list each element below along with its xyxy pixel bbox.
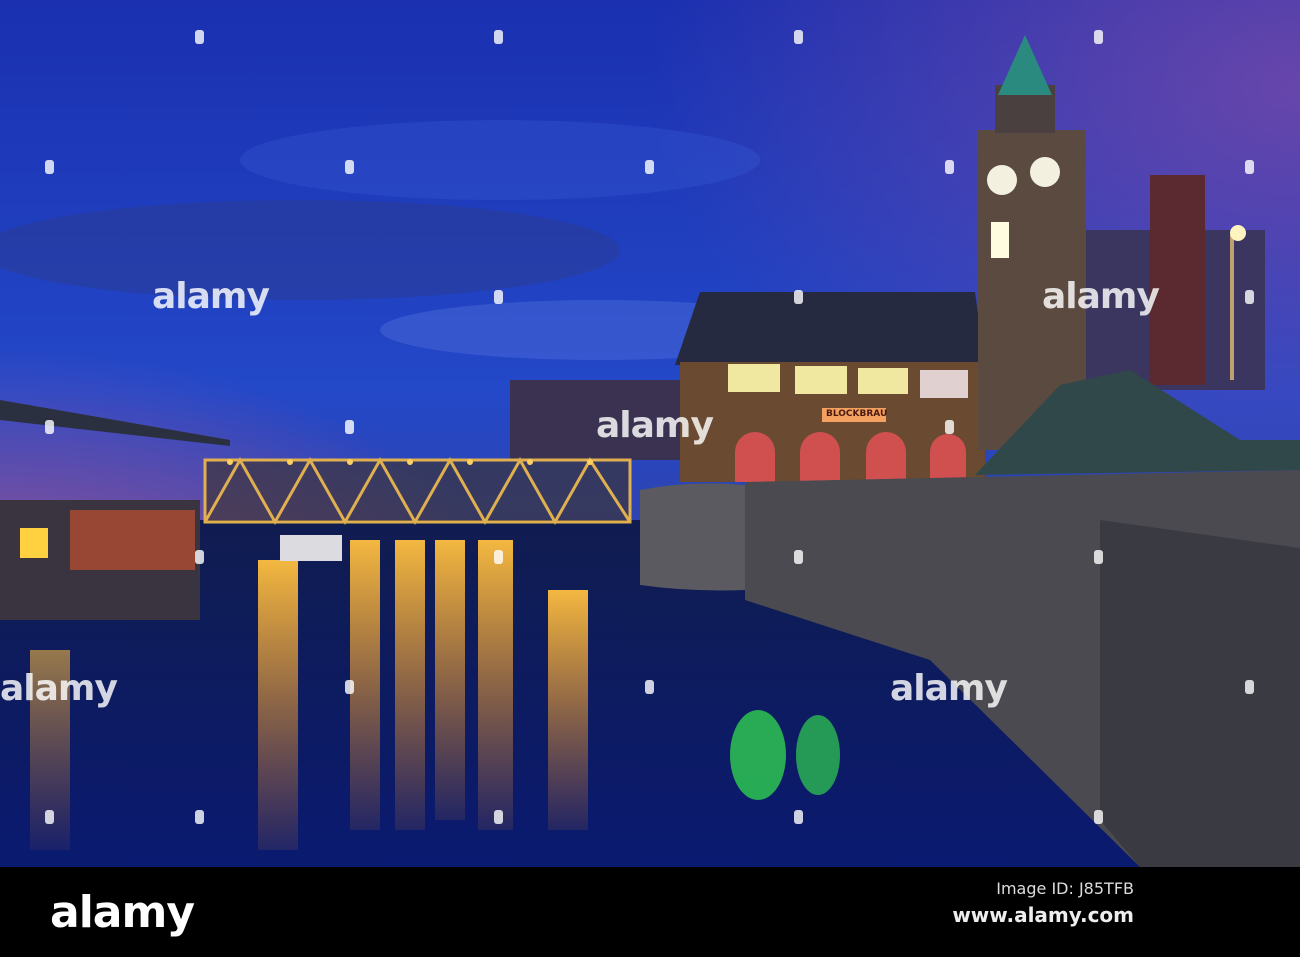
image-id: Image ID: J85TFB: [996, 879, 1134, 898]
watermark-mark: [195, 810, 204, 824]
watermark-mark: [45, 420, 54, 434]
watermark-mark: [794, 550, 803, 564]
website-link: www.alamy.com: [952, 903, 1134, 927]
watermark-mark: [494, 810, 503, 824]
watermark-mark: [1094, 30, 1103, 44]
watermark-mark: [794, 30, 803, 44]
watermark-mark: [645, 680, 654, 694]
watermark-mark: [1245, 160, 1254, 174]
footer-bar: alamy Image ID: J85TFB www.alamy.com: [0, 867, 1300, 957]
watermark-mark: [494, 290, 503, 304]
blockbrau-sign-text: BLOCKBRAU: [826, 409, 888, 419]
watermark: alamy: [152, 276, 270, 317]
watermark-mark: [195, 30, 204, 44]
alamy-logo: alamy: [50, 887, 195, 938]
watermark-mark: [1245, 680, 1254, 694]
watermark-mark: [945, 420, 954, 434]
watermark-mark: [45, 810, 54, 824]
watermark-mark: [195, 550, 204, 564]
watermark-mark: [1094, 810, 1103, 824]
watermark-mark: [494, 550, 503, 564]
watermark-mark: [345, 420, 354, 434]
watermark: alamy: [0, 668, 118, 709]
watermark-mark: [345, 680, 354, 694]
watermark-mark: [345, 160, 354, 174]
watermark: alamy: [1042, 276, 1160, 317]
watermark-mark: [1245, 290, 1254, 304]
watermark-mark: [45, 160, 54, 174]
watermark-mark: [494, 30, 503, 44]
watermark-mark: [645, 160, 654, 174]
footbridge: [203, 456, 632, 526]
watermark-mark: [794, 810, 803, 824]
watermark: alamy: [596, 405, 714, 446]
watermark-mark: [794, 290, 803, 304]
watermark-mark: [945, 160, 954, 174]
watermark: alamy: [890, 668, 1008, 709]
watermark-mark: [1094, 550, 1103, 564]
stock-photo: alamy alamy alamy alamy alamy BLOCKBRAU …: [0, 0, 1300, 957]
